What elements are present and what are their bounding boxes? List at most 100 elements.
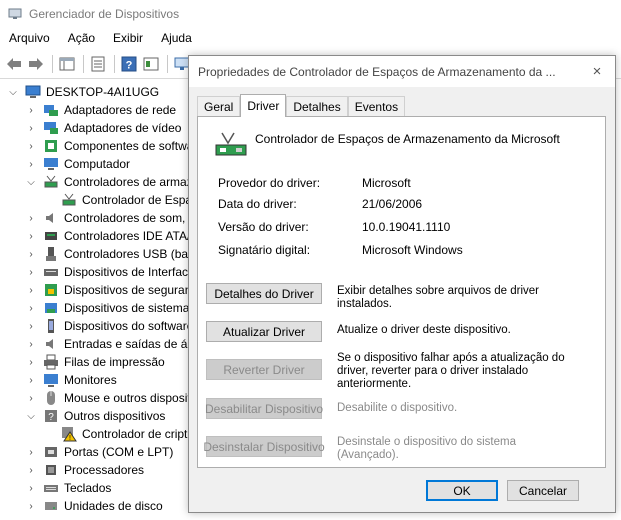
disable-device-button[interactable]: Desabilitar Dispositivo [205, 398, 323, 419]
chevron-right-icon[interactable]: › [24, 139, 38, 153]
tree-item[interactable]: › Controladores USB (barr [24, 245, 196, 263]
chevron-down-icon[interactable]: ⌵ [6, 85, 20, 99]
chevron-right-icon[interactable]: › [24, 211, 38, 225]
chevron-right-icon[interactable]: › [24, 463, 38, 477]
tab-geral[interactable]: Geral [197, 96, 241, 117]
tree-item-label: Entradas e saídas de áuc [64, 337, 201, 351]
tree-item-label: Controladores USB (barr [64, 247, 197, 261]
cancel-button[interactable]: Cancelar [507, 480, 579, 501]
chevron-right-icon[interactable]: › [24, 319, 38, 333]
tree-item[interactable]: › Dispositivos de Interface [24, 263, 194, 281]
help-icon[interactable]: ? [119, 54, 139, 74]
tree-item[interactable]: › Processadores [24, 461, 144, 479]
close-icon[interactable]: × [589, 63, 605, 80]
chevron-right-icon[interactable]: › [24, 247, 38, 261]
chevron-right-icon[interactable]: › [24, 229, 38, 243]
driver-panel: Controlador de Espaços de Armazenamento … [197, 116, 606, 468]
tree-item-label: Controlador de cript [82, 427, 188, 441]
tree-item[interactable]: › Controladores de som, v [24, 209, 195, 227]
storage-controller-icon [43, 174, 59, 190]
date-value: 21/06/2006 [362, 197, 423, 211]
chevron-right-icon[interactable]: › [24, 265, 38, 279]
tree-item[interactable]: › Portas (COM e LPT) [24, 443, 173, 461]
chevron-down-icon[interactable]: ⌵ [24, 175, 38, 189]
network-adapter-icon [43, 102, 59, 118]
usb-icon [43, 246, 59, 262]
rollback-driver-button[interactable]: Reverter Driver [206, 359, 322, 380]
chevron-right-icon[interactable]: › [24, 121, 38, 135]
tree-item-label: Componentes de softwa [64, 139, 194, 153]
tree-item-label: Controlador de Espa [82, 193, 193, 207]
chevron-right-icon[interactable]: › [24, 355, 38, 369]
tree-item[interactable]: › Mouse e outros disposit [24, 389, 191, 407]
computer-icon [43, 156, 59, 172]
chevron-right-icon[interactable]: › [24, 445, 38, 459]
menu-exibir[interactable]: Exibir [104, 31, 152, 45]
tree-item-child[interactable]: ! Controlador de cript [42, 425, 187, 443]
tree-item[interactable]: › Dispositivos do software [24, 317, 193, 335]
tree-item-child[interactable]: Controlador de Espa [42, 191, 192, 209]
tree-item[interactable]: › Adaptadores de vídeo [24, 119, 181, 137]
tree-item[interactable]: › Controladores IDE ATA/A [24, 227, 198, 245]
menu-bar: Arquivo Ação Exibir Ajuda [0, 28, 621, 48]
chevron-right-icon[interactable]: › [24, 337, 38, 351]
chevron-right-icon[interactable]: › [24, 157, 38, 171]
chevron-right-icon[interactable]: › [24, 481, 38, 495]
tree-item[interactable]: ⌵ Controladores de armaz [24, 173, 193, 191]
chevron-right-icon[interactable]: › [24, 499, 38, 513]
warning-device-icon: ! [61, 426, 77, 442]
action-view-icon[interactable] [141, 54, 161, 74]
tree-item[interactable]: › Unidades de disco [24, 497, 162, 515]
tree-item[interactable]: › Filas de impressão [24, 353, 165, 371]
chevron-right-icon[interactable]: › [24, 103, 38, 117]
tree-root-label: DESKTOP-4AI1UGG [46, 85, 160, 99]
audio-io-icon [43, 336, 59, 352]
tree-item[interactable]: › Dispositivos de sistema [24, 299, 189, 317]
menu-ajuda[interactable]: Ajuda [152, 31, 201, 45]
tree-item[interactable]: › Teclados [24, 479, 111, 497]
properties-icon[interactable] [88, 54, 108, 74]
tab-eventos[interactable]: Eventos [347, 96, 406, 117]
tree-item[interactable]: › Entradas e saídas de áuc [24, 335, 200, 353]
tree-item-label: Controladores de som, v [64, 211, 195, 225]
display-adapter-icon [43, 120, 59, 136]
svg-text:!: ! [69, 435, 71, 442]
back-arrow-icon[interactable] [4, 54, 24, 74]
hid-icon [43, 264, 59, 280]
device-name: Controlador de Espaços de Armazenamento … [255, 132, 560, 146]
menu-arquivo[interactable]: Arquivo [0, 31, 59, 45]
uninstall-device-button[interactable]: Desinstalar Dispositivo [203, 436, 325, 457]
dialog-tabs: Geral Driver Detalhes Eventos [197, 94, 406, 117]
tree-item-label: Adaptadores de rede [64, 103, 177, 117]
tree-item-label: Processadores [64, 463, 145, 477]
tree-item[interactable]: › Componentes de softwa [24, 137, 193, 155]
chevron-right-icon[interactable]: › [24, 373, 38, 387]
tree-root[interactable]: ⌵ DESKTOP-4AI1UGG [6, 83, 159, 101]
tree-item[interactable]: › Adaptadores de rede [24, 101, 176, 119]
menu-acao[interactable]: Ação [59, 31, 104, 45]
app-title: Gerenciador de Dispositivos [29, 7, 180, 21]
tab-driver[interactable]: Driver [240, 94, 287, 117]
tree-item-label: Dispositivos de seguranç [64, 283, 198, 297]
tree-item[interactable]: › Dispositivos de seguranç [24, 281, 197, 299]
date-label: Data do driver: [218, 197, 297, 211]
chevron-right-icon[interactable]: › [24, 301, 38, 315]
update-driver-button[interactable]: Atualizar Driver [206, 321, 322, 342]
tree-item[interactable]: › Computador [24, 155, 130, 173]
storage-controller-icon [61, 192, 77, 208]
chevron-down-icon[interactable]: ⌵ [24, 409, 38, 423]
tree-item-label: Controladores de armaz [64, 175, 193, 189]
tree-item[interactable]: › Monitores [24, 371, 117, 389]
chevron-right-icon[interactable]: › [24, 283, 38, 297]
forward-arrow-icon[interactable] [26, 54, 46, 74]
ok-button[interactable]: OK [426, 480, 498, 501]
tab-detalhes[interactable]: Detalhes [286, 96, 348, 117]
tree-item[interactable]: ⌵ ? Outros dispositivos [24, 407, 165, 425]
driver-details-button[interactable]: Detalhes do Driver [206, 283, 322, 304]
signer-value: Microsoft Windows [362, 243, 463, 257]
chevron-right-icon[interactable]: › [24, 391, 38, 405]
driver-details-desc: Exibir detalhes sobre arquivos de driver… [337, 285, 539, 310]
processor-icon [43, 462, 59, 478]
tree-view-icon[interactable] [57, 54, 77, 74]
